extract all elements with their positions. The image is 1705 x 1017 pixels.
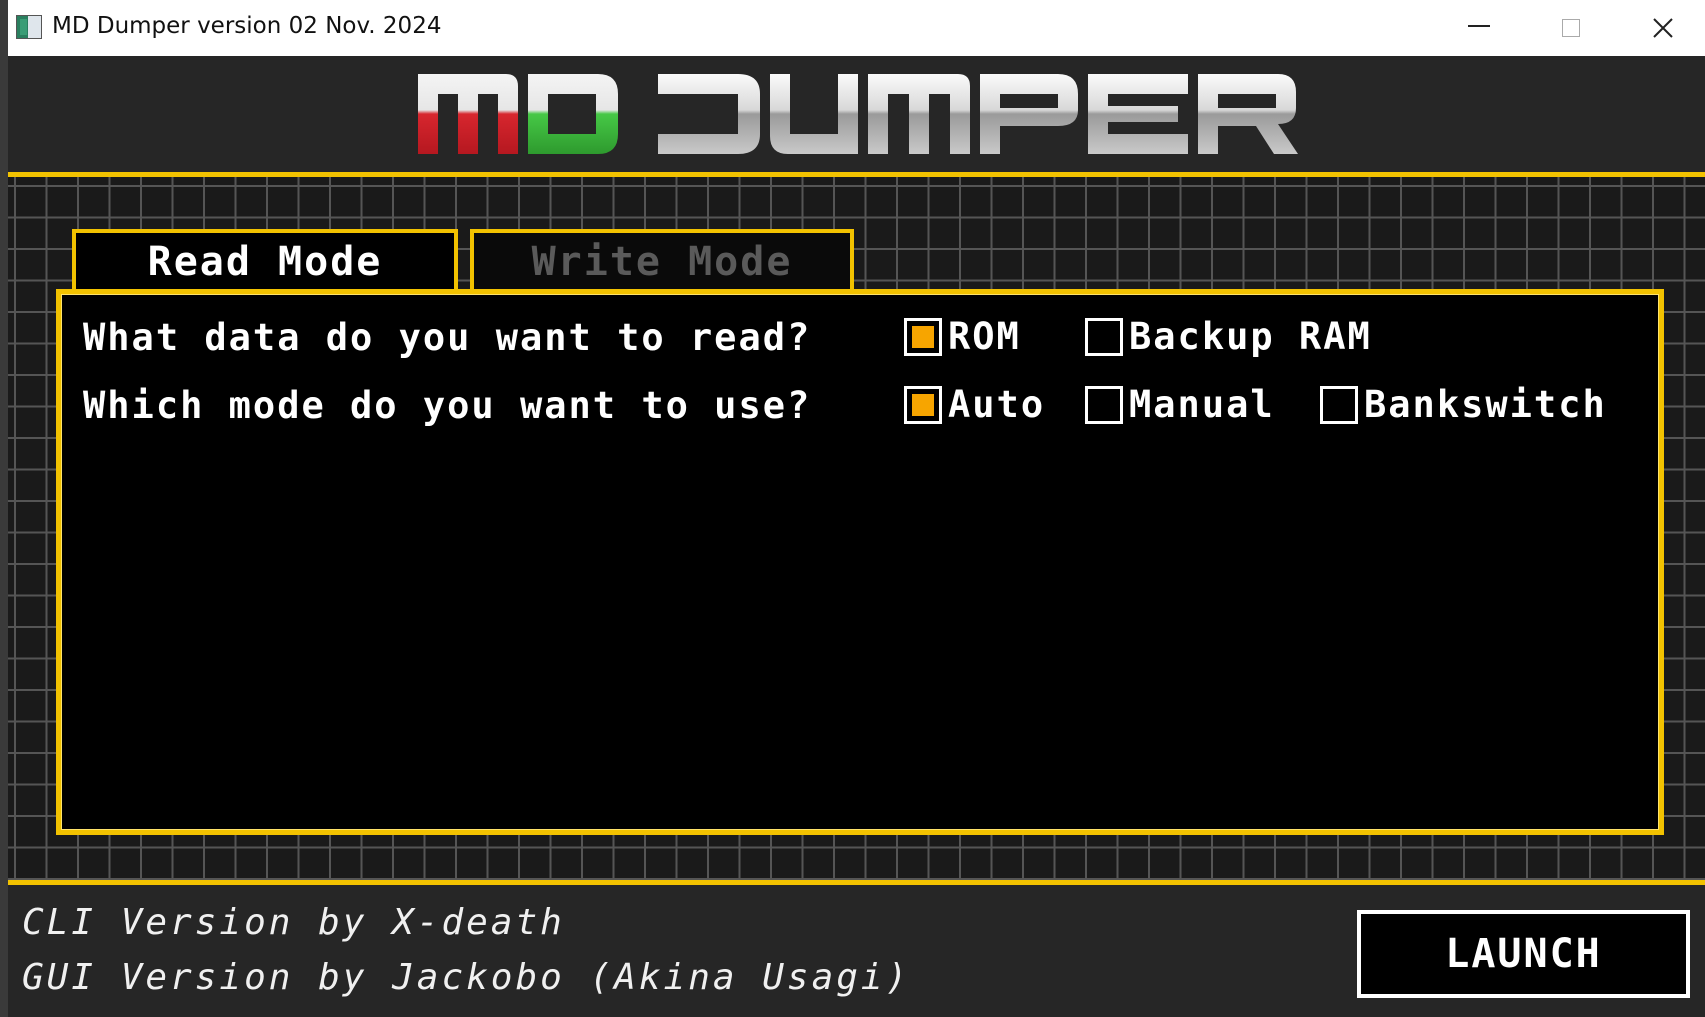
desktop-edge <box>0 0 8 1017</box>
bankswitch-checkbox[interactable] <box>1320 385 1358 424</box>
maximize-icon <box>1562 19 1580 37</box>
launch-button[interactable]: LAUNCH <box>1357 910 1690 998</box>
manual-checkbox[interactable] <box>1085 385 1123 424</box>
option-backup-ram[interactable]: Backup RAM <box>1085 315 1372 358</box>
read-mode-panel: What data do you want to read? Which mod… <box>56 289 1664 835</box>
app-icon <box>16 15 42 39</box>
auto-checkbox[interactable] <box>904 385 942 424</box>
app-window: MD Dumper version 02 Nov. 2024 Read Mode… <box>8 0 1705 1017</box>
credit-cli: CLI Version by X-death <box>22 902 565 943</box>
manual-label: Manual <box>1129 383 1275 426</box>
maximize-button[interactable] <box>1525 0 1617 56</box>
close-button[interactable] <box>1617 0 1705 56</box>
auto-label: Auto <box>948 383 1046 426</box>
option-bankswitch[interactable]: Bankswitch <box>1320 383 1607 426</box>
window-title: MD Dumper version 02 Nov. 2024 <box>52 13 442 39</box>
title-bar[interactable]: MD Dumper version 02 Nov. 2024 <box>8 0 1705 57</box>
minimize-icon <box>1468 25 1490 27</box>
header-banner <box>8 56 1705 172</box>
tab-write-mode[interactable]: Write Mode <box>470 229 854 291</box>
tab-read-mode[interactable]: Read Mode <box>72 229 458 291</box>
question-mode: Which mode do you want to use? <box>83 384 812 427</box>
bankswitch-label: Bankswitch <box>1364 383 1607 426</box>
question-data: What data do you want to read? <box>83 316 812 359</box>
credit-gui: GUI Version by Jackobo (Akina Usagi) <box>22 957 911 998</box>
close-icon <box>1653 18 1673 38</box>
footer: CLI Version by X-death GUI Version by Ja… <box>8 885 1705 1017</box>
option-manual[interactable]: Manual <box>1085 383 1275 426</box>
option-auto[interactable]: Auto <box>904 383 1045 426</box>
rom-checkbox[interactable] <box>904 317 942 356</box>
backup-ram-label: Backup RAM <box>1129 315 1372 358</box>
backup-ram-checkbox[interactable] <box>1085 317 1123 356</box>
md-dumper-logo <box>418 74 1298 154</box>
option-rom[interactable]: ROM <box>904 315 1021 358</box>
rom-label: ROM <box>948 315 1021 358</box>
minimize-button[interactable] <box>1433 0 1525 56</box>
